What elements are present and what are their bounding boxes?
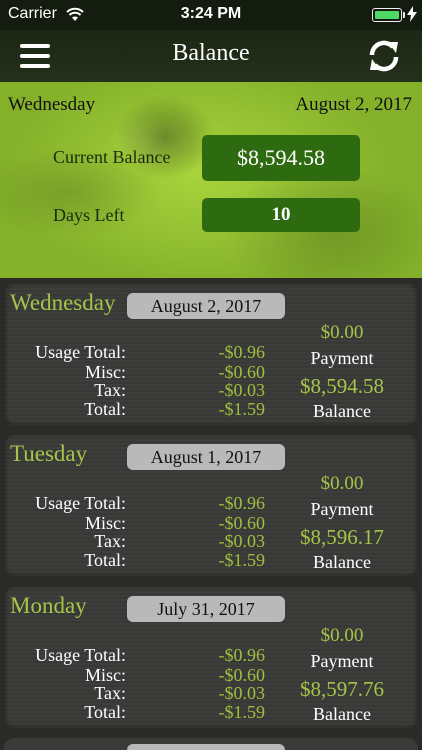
usage-total-label: Usage Total: [35,493,126,513]
card-day: Wednesday [10,290,116,315]
balance-value: $8,594.58 [300,374,384,398]
battery-tip [403,12,405,18]
status-bar: Carrier 3:24 PM [0,0,422,30]
navigation-bar: Balance [0,30,422,82]
balance-label: Balance [313,552,371,572]
charging-icon [407,6,417,22]
total-label: Total: [84,702,126,722]
total-label: Total: [84,550,126,570]
balance-summary-panel: Wednesday August 2, 2017 Current Balance… [0,82,422,278]
summary-day: Wednesday [8,94,96,115]
total-value: -$1.59 [218,399,266,419]
tax-label: Tax: [94,531,126,551]
balance-value: $8,596.17 [300,525,384,549]
tax-value: -$0.03 [218,380,266,400]
balance-label: Balance [313,704,371,724]
status-time: 3:24 PM [180,5,242,22]
payment-label: Payment [310,348,374,368]
usage-total-label: Usage Total: [35,645,126,665]
days-left-value: 10 [202,198,360,232]
current-balance-value: $8,594.58 [202,135,360,181]
day-card: Monday July 31, 2017 Usage Total: Misc: … [4,585,418,729]
total-label: Total: [84,399,126,419]
card-day: Monday [10,593,87,618]
day-card: Wednesday August 2, 2017 Usage Total: Mi… [4,282,418,426]
tax-label: Tax: [94,380,126,400]
usage-total-value: -$0.96 [218,645,266,665]
usage-total-label: Usage Total: [35,342,126,362]
usage-total-value: -$0.96 [218,493,266,513]
card-day: Tuesday [10,441,88,466]
card-date-badge: July 31, 2017 [127,596,285,622]
summary-date: August 2, 2017 [295,94,412,115]
balance-label: Balance [313,401,371,421]
tax-label: Tax: [94,683,126,703]
page-title: Balance [172,40,250,66]
payment-label: Payment [310,651,374,671]
total-value: -$1.59 [218,550,266,570]
day-card: Tuesday August 1, 2017 Usage Total: Misc… [4,433,418,577]
refresh-icon[interactable] [366,38,402,74]
current-balance-label: Current Balance [53,147,171,167]
payment-value: $0.00 [320,473,364,494]
tax-value: -$0.03 [218,531,266,551]
card-date-badge-partial [127,744,285,750]
usage-total-value: -$0.96 [218,342,266,362]
payment-label: Payment [310,499,374,519]
days-left-label: Days Left [53,205,125,225]
payment-value: $0.00 [320,625,364,646]
card-date-badge: August 1, 2017 [127,444,285,470]
balance-value: $8,597.76 [300,677,384,701]
card-date-badge: August 2, 2017 [127,293,285,319]
tax-value: -$0.03 [218,683,266,703]
battery-icon [372,8,402,22]
payment-value: $0.00 [320,322,364,343]
total-value: -$1.59 [218,702,266,722]
